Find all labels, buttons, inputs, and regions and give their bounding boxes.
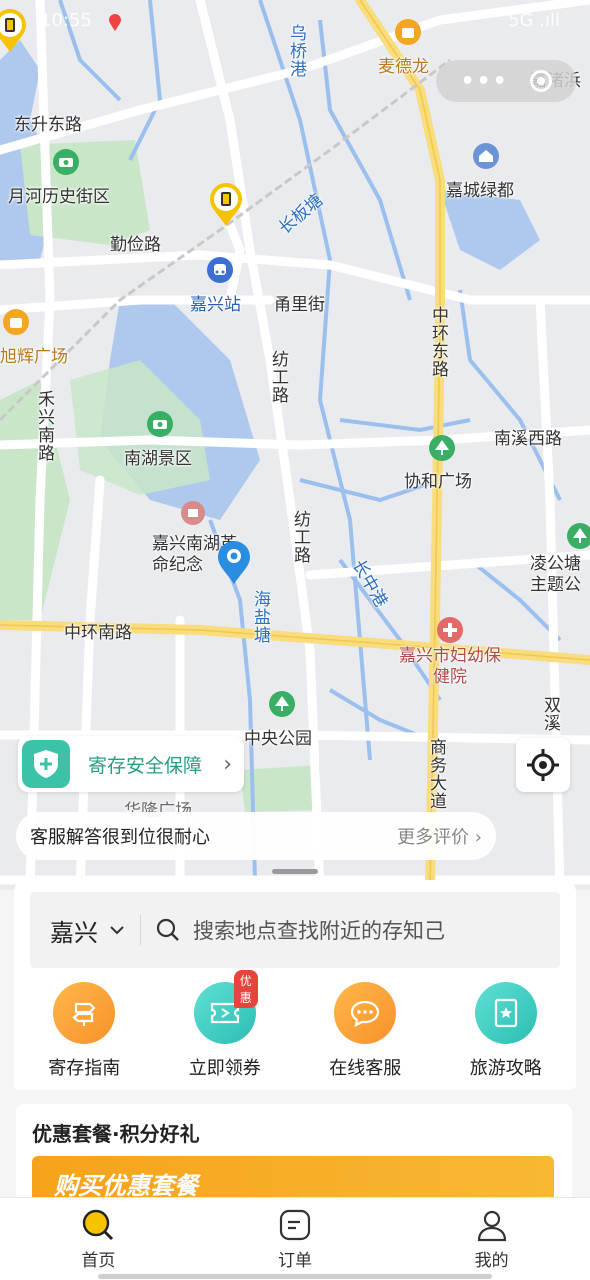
hospital-icon <box>437 617 463 643</box>
tab-home[interactable]: 首页 <box>0 1198 197 1280</box>
quick-actions: 寄存指南 优惠 立即领券 在线客服 旅游攻略 <box>14 970 577 1080</box>
map-label: 凌公塘主题公 <box>530 554 581 595</box>
quick-action-get-coupon[interactable]: 优惠 立即领券 <box>155 970 296 1080</box>
current-location-pin-icon <box>218 541 250 584</box>
home-search-icon <box>83 1209 114 1241</box>
divider <box>140 915 141 945</box>
landmark-icon <box>181 501 205 525</box>
search-icon <box>156 918 179 941</box>
map-label: 麦德龙 <box>378 57 429 77</box>
signpost-icon <box>53 982 116 1044</box>
mini-program-capsule[interactable]: ••• <box>436 60 576 102</box>
guidebook-icon <box>474 982 537 1044</box>
map-label: 勤俭路 <box>110 235 161 255</box>
quick-action-label: 寄存指南 <box>48 1058 121 1079</box>
map-label: 商务大道 <box>426 738 446 810</box>
map-label: 南湖景区 <box>124 449 192 469</box>
discount-tag: 优惠 <box>233 970 258 1008</box>
shopping-icon <box>3 309 29 335</box>
shield-icon <box>22 740 70 788</box>
map-label: 月河历史街区 <box>8 187 110 207</box>
more-reviews-link[interactable]: 更多评价 › <box>397 823 482 849</box>
safety-guarantee-banner[interactable]: 寄存安全保障 › <box>18 736 244 792</box>
tab-label: 我的 <box>474 1251 509 1271</box>
map-label: 中央公园 <box>244 729 312 749</box>
home-indicator <box>98 1274 492 1279</box>
more-reviews-label: 更多评价 <box>397 827 470 848</box>
shopping-icon <box>395 19 421 45</box>
quick-action-travel-guide[interactable]: 旅游攻略 <box>436 982 577 1080</box>
tab-label: 订单 <box>278 1251 312 1271</box>
camera-icon <box>147 411 173 437</box>
storage-pin-icon[interactable] <box>208 182 244 228</box>
location-status-icon <box>109 14 121 31</box>
chevron-right-icon: › <box>223 751 232 777</box>
status-signal: 5G .ıll <box>508 10 560 31</box>
orders-icon <box>279 1209 311 1241</box>
tab-mine[interactable]: 我的 <box>393 1198 590 1280</box>
sheet-drag-handle[interactable] <box>272 869 318 874</box>
city-selector[interactable]: 嘉兴 <box>50 913 98 948</box>
promo-banner-text: 购买优惠套餐 <box>54 1172 198 1200</box>
promo-title: 优惠套餐·积分好礼 <box>32 1122 200 1146</box>
more-menu-icon[interactable]: ••• <box>460 69 508 94</box>
camera-icon <box>53 149 79 175</box>
map-label: 纺工路 <box>268 350 288 404</box>
map-label: 乌桥港 <box>286 24 306 78</box>
chat-icon <box>334 982 397 1044</box>
quick-action-online-service[interactable]: 在线客服 <box>295 982 436 1080</box>
tree-icon <box>567 523 590 549</box>
search-input[interactable]: 搜索地点查找附近的存知己 <box>193 915 445 945</box>
bottom-sheet: 嘉兴 搜索地点查找附近的存知己 寄存指南 优惠 立即领券 在线客服 旅游攻略 <box>14 880 576 1090</box>
map-label: 禾兴南路 <box>34 390 54 462</box>
map-label: 甬里街 <box>274 295 325 315</box>
locate-me-button[interactable] <box>516 738 570 792</box>
status-time: 10:55 <box>40 10 92 31</box>
tree-icon <box>269 691 295 717</box>
bottom-tab-bar: 首页 订单 我的 <box>0 1197 590 1280</box>
review-ticker[interactable]: 客服解答很到位很耐心 更多评价 › <box>16 812 496 860</box>
map-label: 海盐塘 <box>250 590 270 644</box>
close-miniprogram-icon[interactable] <box>529 70 552 92</box>
search-bar[interactable]: 嘉兴 搜索地点查找附近的存知己 <box>30 892 560 968</box>
tab-label: 首页 <box>81 1251 116 1271</box>
quick-action-label: 立即领券 <box>188 1058 261 1079</box>
map-label: 纺工路 <box>290 510 310 564</box>
storage-pin-icon[interactable] <box>0 8 28 54</box>
quick-action-label: 在线客服 <box>329 1058 402 1079</box>
crosshair-icon <box>527 749 559 781</box>
chevron-down-icon[interactable] <box>108 921 126 939</box>
map-label: 中环南路 <box>64 623 132 643</box>
review-text: 客服解答很到位很耐心 <box>30 827 210 848</box>
map-label: 嘉兴市妇幼保健院 <box>399 646 501 687</box>
quick-action-label: 旅游攻略 <box>469 1058 542 1079</box>
map-view[interactable]: 10:55 5G .ıll 乌桥港 麦德龙 东升东路 嘉渚浜 月河历史街区 嘉城… <box>0 0 590 890</box>
map-label: 嘉城绿都 <box>446 181 514 201</box>
map-label: 旭辉广场 <box>0 347 68 367</box>
quick-action-storage-guide[interactable]: 寄存指南 <box>14 982 155 1080</box>
map-label: 协和广场 <box>404 472 472 492</box>
home-poi-icon <box>473 143 499 169</box>
map-label: 东升东路 <box>14 115 82 135</box>
user-icon <box>477 1210 506 1242</box>
promo-section: 优惠套餐·积分好礼 购买优惠套餐 <box>16 1104 572 1204</box>
safety-guarantee-label: 寄存安全保障 <box>88 754 203 777</box>
map-label: 南溪西路 <box>494 429 562 449</box>
tab-orders[interactable]: 订单 <box>197 1198 394 1280</box>
tree-icon <box>429 435 455 461</box>
map-label: 嘉兴站 <box>190 295 241 315</box>
train-station-icon <box>207 257 233 283</box>
map-label: 中环东路 <box>428 306 448 378</box>
map-label: 双溪 <box>540 696 560 732</box>
coupon-icon: 优惠 <box>193 970 258 1044</box>
